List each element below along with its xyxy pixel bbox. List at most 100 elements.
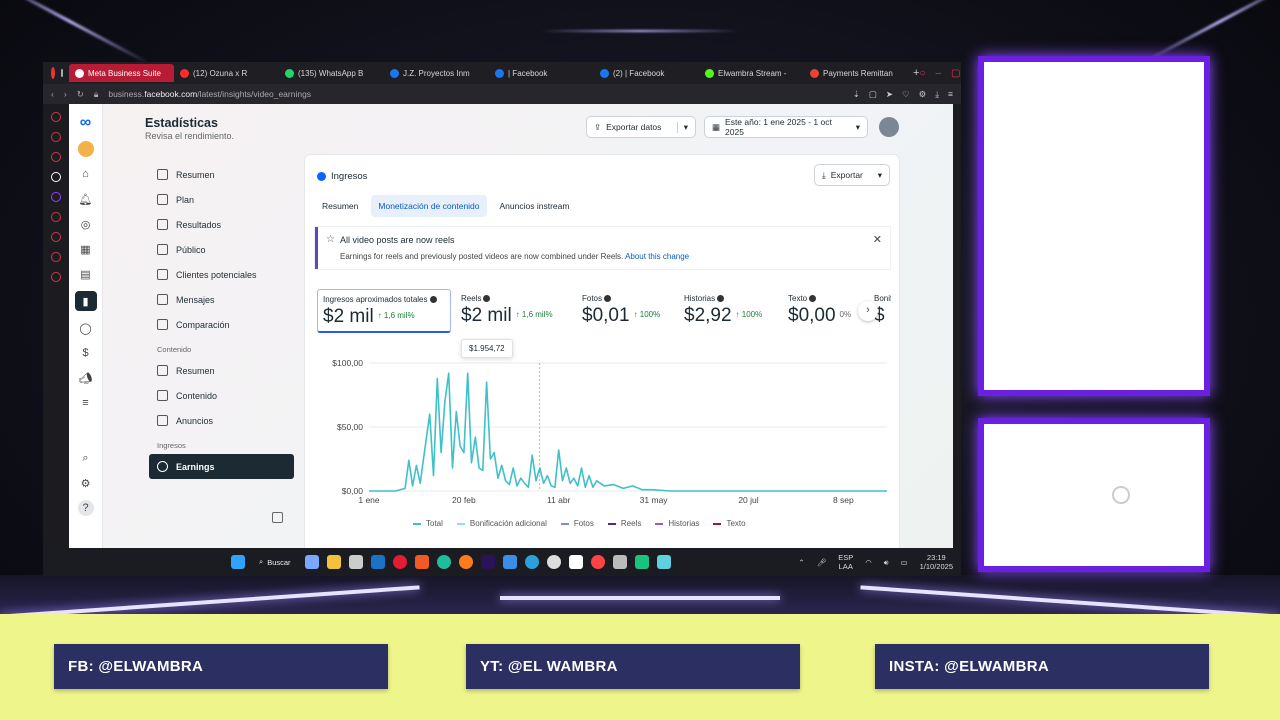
sidebar-item-2[interactable]: Resultados [149,212,294,237]
search-icon[interactable]: ⌕ [78,450,94,466]
sidebar-item-6[interactable]: Comparación [149,312,294,337]
snapshot-icon[interactable]: ▢ [869,89,877,100]
microphone-icon[interactable]: 🎤︎ [817,558,827,567]
info-icon[interactable] [717,295,725,302]
chevron-down-icon[interactable]: ▾ [676,121,688,133]
profile-avatar[interactable] [77,141,94,157]
metric-tile[interactable]: Ingresos aproximados totales $2 mil ↑ 1,6 … [317,289,451,333]
browser-tab[interactable]: Meta Business Suite [69,64,174,82]
sidebar-app-icon[interactable] [51,172,61,182]
sidebar-app-icon[interactable] [51,252,61,262]
info-icon[interactable] [604,295,612,302]
legend-item[interactable]: Reels [607,519,641,528]
windows-start-icon[interactable] [231,555,245,569]
account-avatar[interactable] [879,117,899,137]
menu-icon[interactable]: ≡ [948,89,953,100]
chevron-right-icon[interactable]: › [858,301,878,321]
opera-icon[interactable] [392,555,407,569]
info-icon[interactable] [809,295,817,302]
folder-icon[interactable]: ▤ [78,266,94,282]
app-icon[interactable] [502,555,517,569]
clock[interactable]: 23:19 1/10/2025 [920,553,953,571]
reload-icon[interactable]: ↻ [77,89,84,100]
sidebar-app-icon[interactable] [51,212,61,222]
sidebar-app-icon[interactable] [51,152,61,162]
search-icon[interactable]: ○ [919,68,925,79]
sidebar-item-1[interactable]: Plan [149,187,294,212]
info-icon[interactable] [483,295,491,302]
notifications-icon[interactable]: 🔔︎ [78,191,94,207]
heart-icon[interactable]: ♡ [902,89,910,100]
browser-tab[interactable]: (2) | Facebook [594,64,699,82]
firefox-icon[interactable] [458,555,473,569]
ads-icon[interactable]: ◯ [78,320,94,336]
export-button[interactable]: ⤓ Exportar ▾ [814,164,890,186]
minimize-button[interactable]: – [935,68,941,79]
notepad-icon[interactable] [656,555,671,569]
capcut-icon[interactable] [568,555,583,569]
sidebar-app-icon[interactable] [51,192,61,202]
opera-logo-icon[interactable] [51,67,55,79]
download-icon[interactable]: ⇣ [853,89,860,100]
sidebar-item-4[interactable]: Clientes potenciales [149,262,294,287]
outlook-icon[interactable] [370,555,385,569]
sidebar-item-0[interactable]: Resumen [149,162,294,187]
forward-icon[interactable]: › [64,89,67,99]
edge-icon[interactable] [436,555,451,569]
legend-item[interactable]: Fotos [560,519,594,528]
sidebar-item-earnings[interactable]: Earnings [149,454,294,479]
date-range-picker[interactable]: ▦ Este año: 1 ene 2025 - 1 oct 2025 ▾ [704,116,868,138]
legend-item[interactable]: Total [413,519,443,528]
browser-tab[interactable]: Payments Remittan [804,64,909,82]
taskbar-search[interactable]: ⌕ Buscar [253,552,297,572]
language-indicator[interactable]: ESP LAA [838,553,853,571]
metric-tile[interactable]: Reels $2 mil ↑ 1,6 mil% [456,289,566,333]
chevron-up-icon[interactable]: ⌃ [798,558,804,567]
brave-icon[interactable] [414,555,429,569]
wifi-icon[interactable]: ◠ [865,558,872,567]
about-change-link[interactable]: About this change [625,252,689,261]
grid-icon[interactable]: ▦ [78,241,94,257]
export-data-button[interactable]: ⇪ Exportar datos ▾ [586,116,696,138]
tab-1[interactable]: Monetización de contenido [371,195,487,217]
maximize-button[interactable]: ▢ [951,68,960,79]
calculator-icon[interactable] [612,555,627,569]
store-icon[interactable] [348,555,363,569]
home-icon[interactable]: ⌂ [78,166,94,182]
meta-logo-icon[interactable]: ∞ [80,114,91,132]
volume-icon[interactable]: 🔊︎ [884,558,889,567]
legend-item[interactable]: Bonificación adicional [456,519,547,528]
sidebar-app-icon[interactable] [51,132,61,142]
megaphone-icon[interactable]: 📣︎ [78,370,94,386]
info-icon[interactable] [429,296,437,303]
file-explorer-icon[interactable] [326,555,341,569]
send-icon[interactable]: ➤ [886,89,893,100]
browser-tab[interactable]: | Facebook [489,64,594,82]
metric-tile[interactable]: Texto $0,00 0% [783,289,863,333]
legend-item[interactable]: Texto [713,519,746,528]
monetization-icon[interactable]: $ [78,345,94,361]
all-tools-icon[interactable]: ≡ [78,395,94,411]
browser-tab[interactable]: (12) Ozuna x R [174,64,279,82]
sidebar-item-content-2[interactable]: Anuncios [149,408,294,433]
tab-0[interactable]: Resumen [315,195,365,217]
insights-icon[interactable]: ▮ [74,291,97,311]
sidebar-item-5[interactable]: Mensajes [149,287,294,312]
settings-icon[interactable]: ⚙ [78,475,94,491]
browser-tab[interactable]: Elwambra Stream - [699,64,804,82]
browser-tab[interactable]: (135) WhatsApp B [279,64,384,82]
tab-2[interactable]: Anuncios instream [493,195,577,217]
help-icon[interactable]: ? [77,500,94,516]
sidebar-app-icon[interactable] [51,112,61,122]
close-icon[interactable]: ✕ [873,233,882,246]
legend-item[interactable]: Historias [655,519,699,528]
browser-tab[interactable]: J.Z. Proyectos Inm [384,64,489,82]
metric-tile[interactable]: Historias $2,92 ↑ 100% [679,289,777,333]
app-icon[interactable] [634,555,649,569]
easy-setup-icon[interactable]: ⚙ [919,89,927,100]
back-icon[interactable]: ‹ [51,89,54,99]
battery-icon[interactable]: ▭ [901,558,908,567]
collapse-sidebar-icon[interactable] [272,512,283,523]
sidebar-item-content-1[interactable]: Contenido [149,383,294,408]
sidebar-app-icon[interactable] [51,272,61,282]
